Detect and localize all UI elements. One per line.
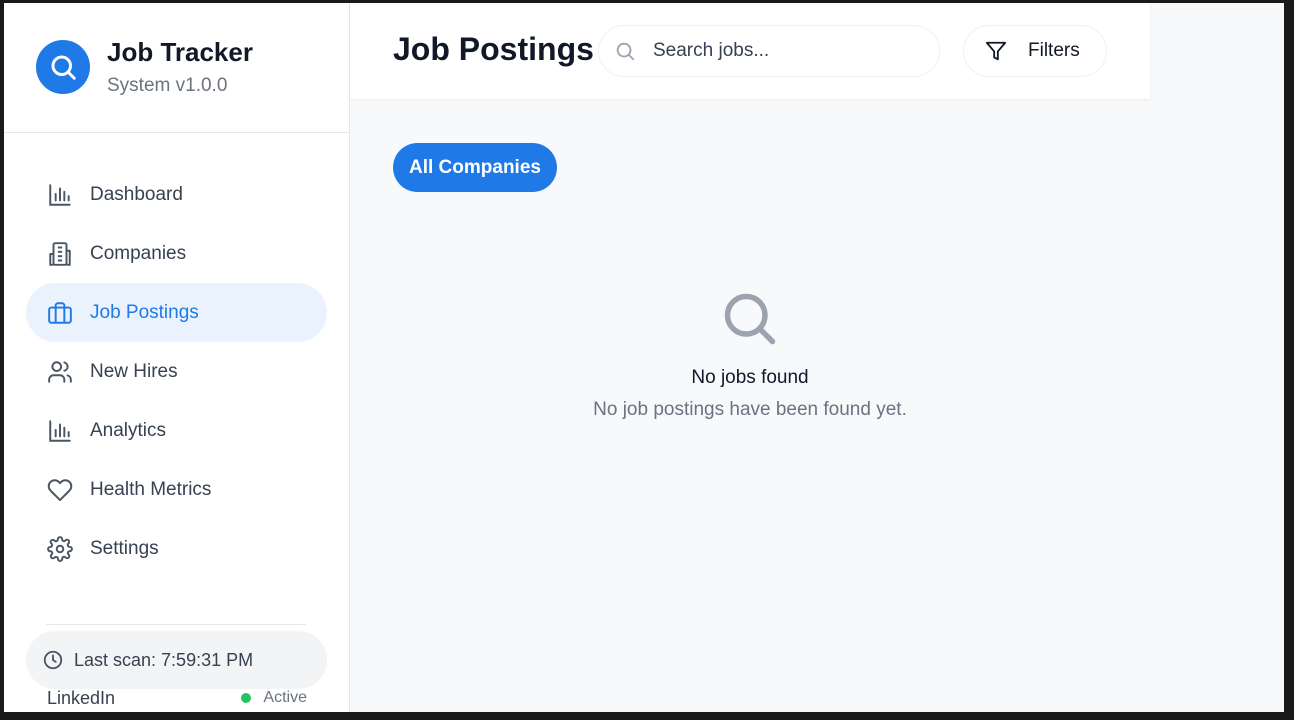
page-header: Job Postings Filters xyxy=(350,3,1150,99)
brand-header: Job Tracker System v1.0.0 xyxy=(4,3,349,133)
empty-state: No jobs found No job postings have been … xyxy=(350,289,1150,421)
sidebar-item-dashboard[interactable]: Dashboard xyxy=(26,165,327,224)
users-icon xyxy=(46,358,74,386)
sidebar-item-analytics[interactable]: Analytics xyxy=(26,401,327,460)
page-title: Job Postings xyxy=(393,31,594,67)
filter-icon xyxy=(984,39,1008,63)
sidebar-item-health-metrics[interactable]: Health Metrics xyxy=(26,460,327,519)
empty-state-description: No job postings have been found yet. xyxy=(593,399,907,420)
search-icon xyxy=(51,55,76,80)
brand-version: System v1.0.0 xyxy=(107,75,228,96)
sidebar-item-job-postings[interactable]: Job Postings xyxy=(26,283,327,342)
source-status-row: LinkedIn Active xyxy=(47,686,307,710)
sidebar-item-settings[interactable]: Settings xyxy=(26,519,327,578)
filter-chip-all-companies[interactable]: All Companies xyxy=(393,143,557,192)
empty-state-title: No jobs found xyxy=(691,367,809,388)
clock-icon xyxy=(42,649,64,671)
filters-button[interactable]: Filters xyxy=(963,25,1107,77)
source-status-label: Active xyxy=(263,689,307,706)
briefcase-icon xyxy=(46,299,74,327)
brand-title: Job Tracker xyxy=(107,37,253,67)
sidebar-item-label: Job Postings xyxy=(90,301,199,323)
sidebar-item-label: Settings xyxy=(90,537,159,559)
app-window: Job Tracker System v1.0.0 Dashboard Comp… xyxy=(4,3,1284,712)
sidebar-item-label: Companies xyxy=(90,242,187,264)
sidebar-item-label: New Hires xyxy=(90,360,178,382)
bar-chart-icon xyxy=(46,181,74,209)
building-icon xyxy=(46,240,74,268)
filters-label: Filters xyxy=(1028,40,1080,61)
sidebar-divider xyxy=(46,624,306,625)
bar-chart-icon xyxy=(46,417,74,445)
search-input[interactable] xyxy=(653,40,923,62)
gear-icon xyxy=(46,535,74,563)
status-dot-icon xyxy=(241,693,252,703)
sidebar: Job Tracker System v1.0.0 Dashboard Comp… xyxy=(4,3,350,712)
sidebar-item-label: Dashboard xyxy=(90,183,183,205)
brand-logo xyxy=(36,40,90,94)
last-scan-text: Last scan: 7:59:31 PM xyxy=(74,649,254,670)
source-name: LinkedIn xyxy=(47,687,116,708)
search-icon xyxy=(720,289,780,349)
source-status: Active xyxy=(241,689,307,707)
sidebar-nav: Dashboard Companies Job Postings New Hir… xyxy=(26,165,327,578)
search-icon xyxy=(613,39,637,63)
sidebar-item-companies[interactable]: Companies xyxy=(26,224,327,283)
search-box[interactable] xyxy=(598,25,940,77)
sidebar-item-label: Health Metrics xyxy=(90,478,212,500)
sidebar-item-new-hires[interactable]: New Hires xyxy=(26,342,327,401)
sidebar-item-label: Analytics xyxy=(90,419,167,441)
heart-icon xyxy=(46,476,74,504)
last-scan-indicator: Last scan: 7:59:31 PM xyxy=(26,631,327,689)
